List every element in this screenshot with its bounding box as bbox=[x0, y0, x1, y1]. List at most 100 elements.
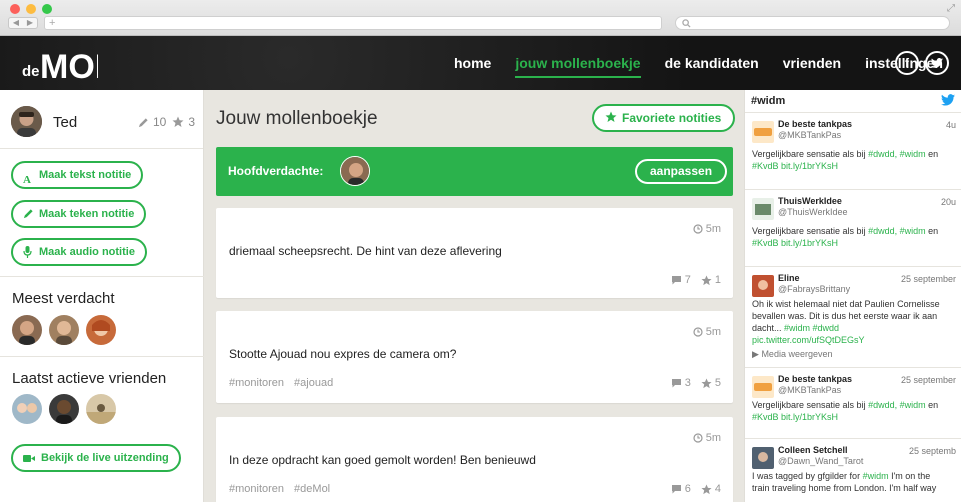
nav-jouw-mollenboekje[interactable]: jouw mollenboekje bbox=[503, 36, 652, 90]
tweet-author-handle[interactable]: @FabraysBrittany bbox=[778, 284, 850, 294]
nav-home[interactable]: home bbox=[442, 36, 503, 90]
make-drawing-note-button[interactable]: Maak teken notitie bbox=[11, 200, 147, 228]
friend-avatar[interactable] bbox=[86, 394, 116, 424]
tweet-time: 25 september bbox=[900, 274, 956, 284]
hashtag-link[interactable]: #widm bbox=[863, 471, 889, 481]
comments-count[interactable]: 7 bbox=[671, 274, 691, 286]
url-bar[interactable]: + bbox=[44, 16, 662, 30]
hashtag-link[interactable]: #KvdB bit.ly/1brYKsH bbox=[752, 412, 838, 422]
friend-avatar[interactable] bbox=[12, 394, 42, 424]
tweet-body: Vergelijkbare sensatie als bij #dwdd, #w… bbox=[752, 400, 939, 422]
tweet-author-name[interactable]: Eline bbox=[778, 273, 800, 283]
tweet-avatar[interactable] bbox=[752, 198, 774, 220]
tweet-author-handle[interactable]: @MKBTankPas bbox=[778, 130, 841, 140]
recent-friends-section: Laatst actieve vrienden bbox=[0, 356, 204, 436]
note-text: Stootte Ajouad nou expres de camera om? bbox=[229, 347, 457, 361]
zoom-window-button[interactable] bbox=[42, 4, 52, 14]
tweet-avatar[interactable] bbox=[752, 376, 774, 398]
tweet-author-name[interactable]: Colleen Setchell bbox=[778, 445, 848, 455]
tweet-author-handle[interactable]: @MKBTankPas bbox=[778, 385, 841, 395]
main-suspect-banner: Hoofdverdachte: aanpassen bbox=[216, 147, 733, 196]
favorite-notes-button[interactable]: Favoriete notities bbox=[592, 104, 736, 132]
fullscreen-icon[interactable]: ⤢ bbox=[947, 3, 955, 14]
note-text: In deze opdracht kan goed gemolt worden!… bbox=[229, 453, 536, 467]
hashtag-link[interactable]: #KvdB bit.ly/1brYKsH bbox=[752, 161, 838, 171]
back-arrow-icon[interactable]: ◀ bbox=[9, 18, 23, 28]
tweet-avatar[interactable] bbox=[752, 447, 774, 469]
tweet-author-name[interactable]: De beste tankpas bbox=[778, 374, 852, 384]
note-tag[interactable]: #monitoren bbox=[229, 483, 284, 495]
note-tags: #monitoren #ajouad bbox=[229, 377, 333, 389]
friend-avatar[interactable] bbox=[49, 394, 79, 424]
tweet[interactable]: Colleen Setchell @Dawn_Wand_Tarot 25 sep… bbox=[745, 440, 961, 502]
hashtag-link[interactable]: #KvdB bit.ly/1brYKsH bbox=[752, 238, 838, 248]
suspect-avatar[interactable] bbox=[49, 315, 79, 345]
note-card[interactable]: 5m In deze opdracht kan goed gemolt word… bbox=[216, 417, 733, 502]
forward-arrow-icon[interactable]: ▶ bbox=[23, 18, 37, 28]
tweet-media-link[interactable]: pic.twitter.com/ufSQtDEGsY bbox=[752, 335, 865, 345]
tweet-author-handle[interactable]: @Dawn_Wand_Tarot bbox=[778, 456, 863, 466]
pencil-icon bbox=[23, 209, 33, 219]
tweet-author-name[interactable]: De beste tankpas bbox=[778, 119, 852, 129]
user-stats: 10 3 bbox=[138, 115, 195, 129]
browser-search-field[interactable] bbox=[675, 16, 950, 30]
close-window-button[interactable] bbox=[10, 4, 20, 14]
browser-chrome: ◀ ▶ + ⤢ bbox=[0, 0, 961, 36]
stars-count[interactable]: 1 bbox=[701, 274, 721, 286]
left-sidebar: Ted 10 3 A Maak tekst notitie Maak teken… bbox=[0, 90, 204, 502]
stars-count[interactable]: 5 bbox=[701, 377, 721, 389]
comment-icon bbox=[671, 485, 681, 494]
tweet-avatar[interactable] bbox=[752, 275, 774, 297]
stars-count[interactable]: 4 bbox=[701, 483, 721, 495]
minimize-window-button[interactable] bbox=[26, 4, 36, 14]
facebook-icon[interactable]: f bbox=[895, 51, 919, 75]
window-controls bbox=[10, 4, 52, 14]
tweet-author-handle[interactable]: @ThuisWerkIdee bbox=[778, 207, 848, 217]
hashtag-link[interactable]: #dwdd, #widm bbox=[868, 400, 926, 410]
tweet[interactable]: De beste tankpas @MKBTankPas 25 septembe… bbox=[745, 369, 961, 439]
adjust-suspect-button[interactable]: aanpassen bbox=[635, 159, 728, 184]
watch-live-button[interactable]: Bekijk de live uitzending bbox=[11, 444, 181, 472]
suspect-avatar[interactable] bbox=[86, 315, 116, 345]
twitter-icon[interactable] bbox=[925, 51, 949, 75]
hashtag-link[interactable]: #dwdd, #widm bbox=[868, 226, 926, 236]
tweet[interactable]: ThuisWerkIdee @ThuisWerkIdee 20u Vergeli… bbox=[745, 191, 961, 267]
clock-icon bbox=[693, 433, 703, 443]
demol-logo[interactable]: de MOL bbox=[20, 38, 98, 88]
note-tag[interactable]: #ajouad bbox=[294, 377, 333, 389]
nav-vrienden[interactable]: vrienden bbox=[771, 36, 853, 90]
nav-de-kandidaten[interactable]: de kandidaten bbox=[653, 36, 771, 90]
star-icon bbox=[605, 111, 617, 122]
clock-icon bbox=[693, 327, 703, 337]
comments-count[interactable]: 6 bbox=[671, 483, 691, 495]
note-meta: 7 1 bbox=[671, 274, 721, 286]
note-tags: #monitoren #deMol bbox=[229, 483, 330, 495]
hashtag-link[interactable]: #widm #dwdd bbox=[784, 323, 839, 333]
hashtag-link[interactable]: #dwdd, #widm bbox=[868, 149, 926, 159]
note-time: 5m bbox=[693, 432, 721, 444]
new-tab-icon[interactable]: + bbox=[49, 17, 55, 29]
comment-icon bbox=[671, 379, 681, 388]
note-card[interactable]: 5m driemaal scheepsrecht. De hint van de… bbox=[216, 208, 733, 298]
show-media-link[interactable]: ▶ Media weergeven bbox=[752, 349, 832, 360]
comment-icon bbox=[671, 276, 681, 285]
make-text-note-button[interactable]: A Maak tekst notitie bbox=[11, 161, 144, 189]
play-icon: ▶ bbox=[752, 349, 759, 359]
tweet-avatar[interactable] bbox=[752, 121, 774, 143]
comments-count[interactable]: 3 bbox=[671, 377, 691, 389]
suspect-avatar[interactable] bbox=[12, 315, 42, 345]
tweet[interactable]: De beste tankpas @MKBTankPas 4u Vergelij… bbox=[745, 114, 961, 190]
note-tag[interactable]: #monitoren bbox=[229, 377, 284, 389]
main-suspect-avatar[interactable] bbox=[340, 156, 370, 186]
twitter-hashtag[interactable]: #widm bbox=[751, 95, 785, 107]
make-audio-note-button[interactable]: Maak audio notitie bbox=[11, 238, 147, 266]
note-text: driemaal scheepsrecht. De hint van deze … bbox=[229, 244, 502, 258]
tweet-author-name[interactable]: ThuisWerkIdee bbox=[778, 196, 842, 206]
note-tag[interactable]: #deMol bbox=[294, 483, 330, 495]
user-avatar[interactable] bbox=[11, 106, 42, 137]
user-name[interactable]: Ted bbox=[53, 114, 77, 131]
text-icon: A bbox=[23, 174, 31, 186]
tweet[interactable]: Eline @FabraysBrittany 25 september Oh i… bbox=[745, 268, 961, 368]
note-card[interactable]: 5m Stootte Ajouad nou expres de camera o… bbox=[216, 311, 733, 403]
tweet-body: I was tagged by gfgilder for #widm I'm o… bbox=[752, 471, 937, 493]
